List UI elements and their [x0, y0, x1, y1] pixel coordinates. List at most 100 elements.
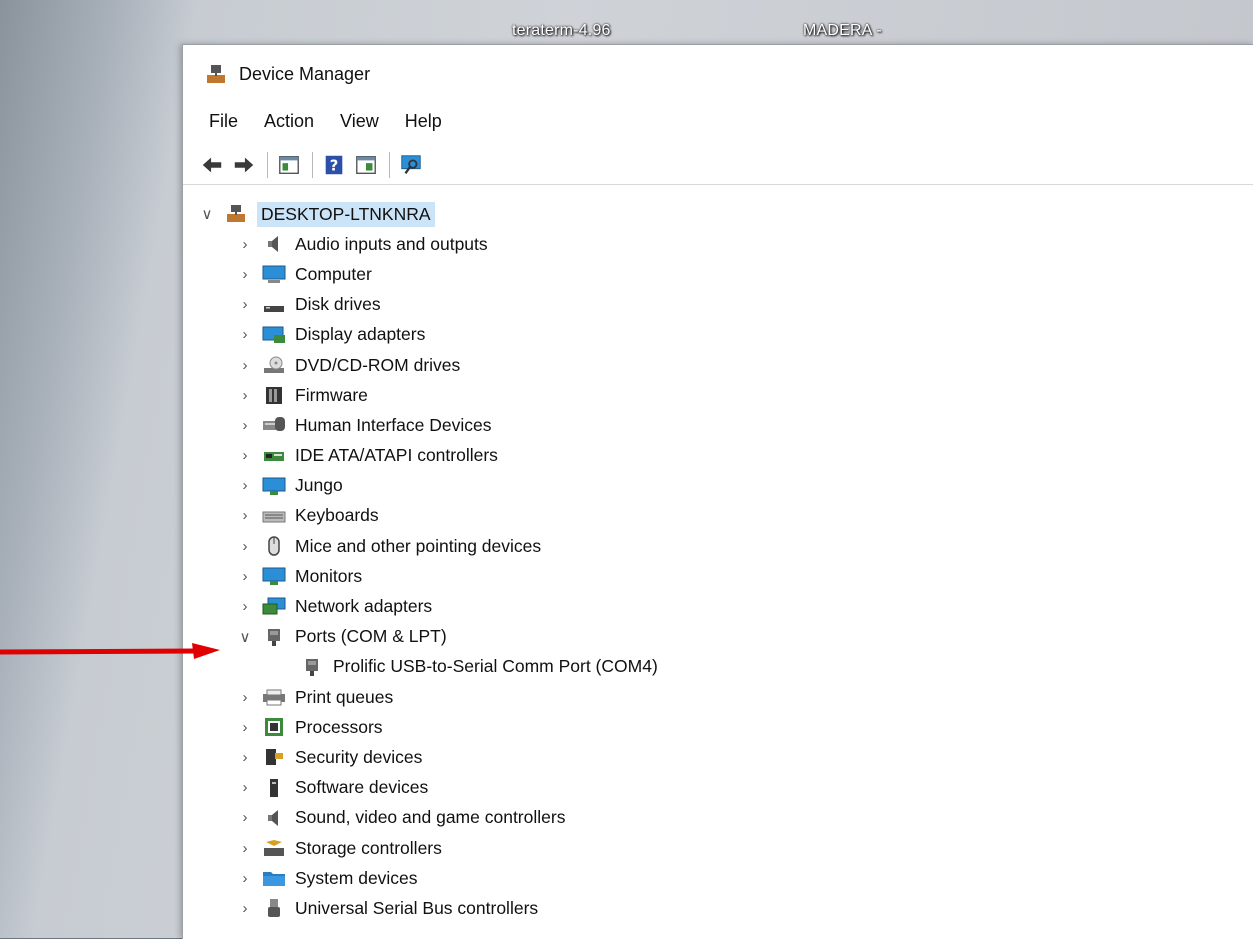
chevron-right-icon[interactable]: ›: [235, 840, 255, 857]
tree-item-audio-inputs-and-outputs[interactable]: › Audio inputs and outputs: [197, 229, 1237, 259]
tree-item-storage-controllers[interactable]: › Storage controllers: [197, 833, 1237, 863]
forward-button[interactable]: [231, 152, 257, 178]
tree-item-human-interface-devices[interactable]: › Human Interface Devices: [197, 410, 1237, 440]
speaker-icon: [261, 807, 287, 829]
tree-root-computer[interactable]: ∨ DESKTOP-LTNKNRA: [197, 199, 1237, 229]
tree-item-ide-ata-atapi-controllers[interactable]: › IDE ATA/ATAPI controllers: [197, 441, 1237, 471]
chevron-right-icon[interactable]: ›: [235, 296, 255, 313]
tree-item-processors[interactable]: › Processors: [197, 712, 1237, 742]
tree-item-print-queues[interactable]: › Print queues: [197, 682, 1237, 712]
chevron-right-icon[interactable]: ›: [235, 689, 255, 706]
tree-item-jungo[interactable]: › Jungo: [197, 471, 1237, 501]
show-hide-console-tree-button[interactable]: [276, 152, 302, 178]
menu-help[interactable]: Help: [391, 111, 454, 132]
ide-controller-icon: [261, 445, 287, 467]
window-title: Device Manager: [239, 63, 371, 84]
security-icon: [261, 746, 287, 768]
help-button[interactable]: ?: [321, 152, 347, 178]
tree-item-label: Disk drives: [295, 294, 381, 315]
chevron-right-icon[interactable]: ›: [235, 870, 255, 887]
tree-item-software-devices[interactable]: › Software devices: [197, 773, 1237, 803]
chevron-right-icon[interactable]: ›: [235, 809, 255, 826]
tree-item-firmware[interactable]: › Firmware: [197, 380, 1237, 410]
tree-item-system-devices[interactable]: › System devices: [197, 863, 1237, 893]
monitor-icon: [261, 475, 287, 497]
tree-item-label: Print queues: [295, 686, 394, 707]
keyboard-icon: [261, 505, 287, 527]
device-manager-icon: [207, 65, 225, 83]
chevron-right-icon[interactable]: ›: [235, 538, 255, 555]
desktop-icon-label-madera[interactable]: MADERA -: [803, 22, 882, 40]
tree-item-label: Prolific USB-to-Serial Comm Port (COM4): [333, 656, 658, 677]
scan-monitor-icon: [401, 154, 421, 174]
tree-item-label: Software devices: [295, 777, 429, 798]
arrow-left-icon: [202, 157, 222, 172]
menu-action[interactable]: Action: [250, 111, 326, 132]
folder-icon: [261, 867, 287, 889]
chevron-right-icon[interactable]: ›: [235, 779, 255, 796]
tree-item-label: Storage controllers: [295, 837, 442, 858]
tree-item-dvd-cd-rom-drives[interactable]: › DVD/CD-ROM drives: [197, 350, 1237, 380]
menu-bar: File Action View Help: [183, 103, 1253, 139]
chevron-right-icon[interactable]: ›: [235, 417, 255, 434]
tree-item-ports-com-lpt[interactable]: ∨ Ports (COM & LPT): [197, 622, 1237, 652]
tree-item-monitors[interactable]: › Monitors: [197, 561, 1237, 591]
toolbar-separator: [389, 151, 390, 178]
tree-item-label: Firmware: [295, 384, 368, 405]
tree-item-universal-serial-bus-controllers[interactable]: › Universal Serial Bus controllers: [197, 893, 1237, 923]
chevron-right-icon[interactable]: ›: [235, 236, 255, 253]
tree-item-label: Keyboards: [295, 505, 379, 526]
chevron-right-icon[interactable]: ›: [235, 719, 255, 736]
chevron-right-icon[interactable]: ›: [235, 568, 255, 585]
computer-icon: [261, 263, 287, 285]
processor-icon: [261, 716, 287, 738]
monitor-icon: [261, 565, 287, 587]
tree-item-security-devices[interactable]: › Security devices: [197, 742, 1237, 772]
menu-view[interactable]: View: [326, 111, 391, 132]
tree-item-keyboards[interactable]: › Keyboards: [197, 501, 1237, 531]
device-tree: ∨ DESKTOP-LTNKNRA › Audio inputs and output…: [197, 199, 1237, 924]
tree-item-label: Ports (COM & LPT): [295, 626, 447, 647]
chevron-right-icon[interactable]: ›: [235, 357, 255, 374]
help-icon: ?: [325, 155, 343, 174]
properties-button[interactable]: [353, 152, 379, 178]
red-arrow-annotation: [0, 643, 220, 659]
back-button[interactable]: [199, 152, 225, 178]
tree-child-prolific-usb-to-serial-comm-port-com4[interactable]: Prolific USB-to-Serial Comm Port (COM4): [197, 652, 1237, 682]
tree-item-mice-and-other-pointing-devices[interactable]: › Mice and other pointing devices: [197, 531, 1237, 561]
tree-item-label: Audio inputs and outputs: [295, 233, 488, 254]
tree-item-network-adapters[interactable]: › Network adapters: [197, 591, 1237, 621]
port-icon: [261, 626, 287, 648]
chevron-right-icon[interactable]: ›: [235, 326, 255, 343]
tree-item-label: Monitors: [295, 565, 363, 586]
chevron-right-icon[interactable]: ›: [235, 598, 255, 615]
tree-item-label: System devices: [295, 867, 418, 888]
svg-text:?: ?: [330, 157, 339, 174]
arrow-right-icon: [234, 157, 254, 172]
tree-item-disk-drives[interactable]: › Disk drives: [197, 290, 1237, 320]
chevron-right-icon[interactable]: ›: [235, 477, 255, 494]
tree-item-computer[interactable]: › Computer: [197, 259, 1237, 289]
chevron-right-icon[interactable]: ›: [235, 749, 255, 766]
console-tree-icon: [279, 155, 299, 174]
tree-item-label: Sound, video and game controllers: [295, 807, 566, 828]
tree-item-label: Mice and other pointing devices: [295, 535, 542, 556]
chevron-down-icon[interactable]: ∨: [197, 205, 217, 223]
tree-item-sound-video-and-game-controllers[interactable]: › Sound, video and game controllers: [197, 803, 1237, 833]
chevron-right-icon[interactable]: ›: [235, 447, 255, 464]
desktop-icon-label-teraterm[interactable]: teraterm-4.96: [512, 22, 611, 40]
scan-hardware-changes-button[interactable]: [398, 152, 424, 178]
tree-item-label: Universal Serial Bus controllers: [295, 897, 539, 918]
menu-file[interactable]: File: [183, 111, 250, 132]
dvd-drive-icon: [261, 354, 287, 376]
chevron-right-icon[interactable]: ›: [235, 387, 255, 404]
chevron-right-icon[interactable]: ›: [235, 266, 255, 283]
chevron-right-icon[interactable]: ›: [235, 507, 255, 524]
properties-icon: [356, 155, 376, 174]
tree-item-display-adapters[interactable]: › Display adapters: [197, 320, 1237, 350]
title-bar[interactable]: Device Manager: [183, 45, 1253, 103]
display-adapter-icon: [261, 324, 287, 346]
tree-item-label: IDE ATA/ATAPI controllers: [295, 445, 498, 466]
chevron-down-icon[interactable]: ∨: [235, 628, 255, 646]
chevron-right-icon[interactable]: ›: [235, 900, 255, 917]
